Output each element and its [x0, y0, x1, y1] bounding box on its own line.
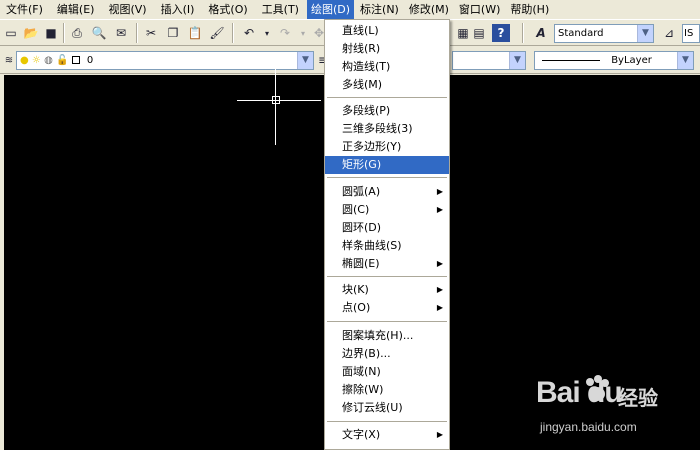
menu-insert[interactable]: 插入(I)	[157, 0, 199, 19]
print-icon[interactable]: ⎙	[68, 24, 86, 42]
submenu-arrow-icon: ▶	[436, 285, 443, 294]
menu-item-region[interactable]: 面域(N)	[325, 363, 449, 381]
menu-window[interactable]: 窗口(W)	[455, 0, 504, 19]
menu-item-3d-polyline[interactable]: 三维多段线(3)	[325, 120, 449, 138]
menu-tools[interactable]: 工具(T)	[258, 0, 303, 19]
menu-dimension[interactable]: 标注(N)	[356, 0, 403, 19]
publish-icon[interactable]: ✉	[112, 24, 130, 42]
toolbar-separator	[522, 23, 524, 43]
toolbar-separator	[136, 23, 138, 43]
menu-item-text-label: 文字(X)	[342, 428, 381, 441]
menu-separator	[327, 276, 447, 277]
layer-name: 0	[86, 55, 94, 66]
cut-icon[interactable]: ✂	[142, 24, 160, 42]
chevron-down-icon[interactable]: ▼	[509, 52, 525, 69]
menu-separator	[327, 177, 447, 178]
watermark-text: 经验	[618, 386, 658, 410]
menu-separator	[327, 97, 447, 98]
chevron-down-icon[interactable]: ▼	[297, 52, 313, 69]
dimension-style-icon[interactable]: ⊿	[660, 24, 678, 42]
viewport-freeze-icon: ◍	[44, 55, 53, 66]
menu-separator	[327, 321, 447, 322]
submenu-arrow-icon: ▶	[436, 187, 443, 196]
menu-item-rectangle[interactable]: 矩形(G)	[325, 156, 449, 174]
lightbulb-icon: ●	[20, 55, 29, 66]
menu-item-hatch[interactable]: 图案填充(H)...	[325, 327, 449, 345]
undo-dropdown-icon[interactable]: ▾	[258, 24, 276, 42]
watermark-url: jingyan.baidu.com	[540, 420, 637, 434]
toolbar-separator	[63, 23, 65, 43]
menu-item-circle[interactable]: 圆(C) ▶	[325, 201, 449, 219]
menu-format[interactable]: 格式(O)	[204, 0, 251, 19]
text-style-combo[interactable]: Standard ▼	[554, 24, 654, 43]
undo-icon[interactable]: ↶	[240, 24, 258, 42]
dimension-style-value: IS	[684, 28, 694, 39]
menu-draw[interactable]: 绘图(D)	[306, 0, 355, 19]
menu-item-polygon[interactable]: 正多边形(Y)	[325, 138, 449, 156]
menu-item-block[interactable]: 块(K) ▶	[325, 281, 449, 299]
linetype-value: ByLayer	[611, 55, 652, 66]
baidu-jingyan-watermark: Bai du 经验 jingyan.baidu.com	[536, 374, 700, 450]
crosshair-pickbox	[272, 96, 280, 104]
menu-file[interactable]: 文件(F)	[2, 0, 47, 19]
help-icon[interactable]: ?	[492, 24, 510, 42]
submenu-arrow-icon: ▶	[436, 205, 443, 214]
menu-item-wipeout[interactable]: 擦除(W)	[325, 381, 449, 399]
linetype-sample	[542, 59, 600, 61]
menu-item-arc-label: 圆弧(A)	[342, 185, 381, 198]
paw-icon	[586, 375, 609, 401]
menu-item-arc[interactable]: 圆弧(A) ▶	[325, 183, 449, 201]
menu-item-boundary[interactable]: 边界(B)...	[325, 345, 449, 363]
submenu-arrow-icon: ▶	[436, 259, 443, 268]
menu-item-point[interactable]: 点(O) ▶	[325, 299, 449, 317]
color-combo[interactable]: ▼	[452, 51, 526, 70]
menu-item-spline[interactable]: 样条曲线(S)	[325, 237, 449, 255]
print-preview-icon[interactable]: 🔍	[90, 24, 108, 42]
menu-item-block-label: 块(K)	[342, 283, 369, 296]
submenu-arrow-icon: ▶	[436, 430, 443, 439]
menu-item-ray[interactable]: 射线(R)	[325, 40, 449, 58]
copy-icon[interactable]: ❐	[164, 24, 182, 42]
dimension-style-combo[interactable]: IS	[682, 24, 700, 43]
menu-item-circle-label: 圆(C)	[342, 203, 370, 216]
crosshair-vertical	[275, 63, 276, 145]
menu-item-revision-cloud[interactable]: 修订云线(U)	[325, 399, 449, 417]
text-style-value: Standard	[558, 28, 604, 39]
markup-icon[interactable]: ▤	[470, 24, 488, 42]
linetype-combo[interactable]: ByLayer ▼	[534, 51, 694, 70]
menu-item-polyline[interactable]: 多段线(P)	[325, 102, 449, 120]
sun-icon: ☼	[31, 55, 41, 66]
draw-menu-dropdown: 直线(L) 射线(R) 构造线(T) 多线(M) 多段线(P) 三维多段线(3)…	[324, 19, 450, 450]
chevron-down-icon[interactable]: ▼	[637, 25, 653, 42]
menu-separator	[327, 421, 447, 422]
toolbar-separator	[232, 23, 234, 43]
submenu-arrow-icon: ▶	[436, 303, 443, 312]
match-properties-icon[interactable]: 🖌	[208, 24, 226, 42]
menu-item-line[interactable]: 直线(L)	[325, 22, 449, 40]
save-icon[interactable]: ■	[42, 24, 60, 42]
chevron-down-icon[interactable]: ▼	[677, 52, 693, 69]
menu-item-ellipse-label: 椭圆(E)	[342, 257, 380, 270]
menu-modify[interactable]: 修改(M)	[405, 0, 453, 19]
menu-item-construction-line[interactable]: 构造线(T)	[325, 58, 449, 76]
menu-item-ellipse[interactable]: 椭圆(E) ▶	[325, 255, 449, 273]
layer-color-swatch	[71, 56, 80, 64]
open-file-icon[interactable]: 📂	[22, 24, 40, 42]
menubar: 文件(F) 编辑(E) 视图(V) 插入(I) 格式(O) 工具(T) 绘图(D…	[0, 0, 700, 19]
menu-help[interactable]: 帮助(H)	[506, 0, 553, 19]
redo-icon[interactable]: ↷	[276, 24, 294, 42]
new-file-icon[interactable]: ▭	[2, 24, 20, 42]
menu-view[interactable]: 视图(V)	[104, 0, 150, 19]
menu-item-text[interactable]: 文字(X) ▶	[325, 426, 449, 444]
menu-edit[interactable]: 编辑(E)	[53, 0, 99, 19]
menu-item-point-label: 点(O)	[342, 301, 371, 314]
menu-item-multiline[interactable]: 多线(M)	[325, 76, 449, 94]
menu-item-donut[interactable]: 圆环(D)	[325, 219, 449, 237]
layer-combo[interactable]: ● ☼ ◍ 🔓 0 ▼	[16, 51, 314, 70]
text-style-icon[interactable]: A	[532, 24, 550, 42]
paste-icon[interactable]: 📋	[186, 24, 204, 42]
lock-icon: 🔓	[56, 55, 69, 66]
